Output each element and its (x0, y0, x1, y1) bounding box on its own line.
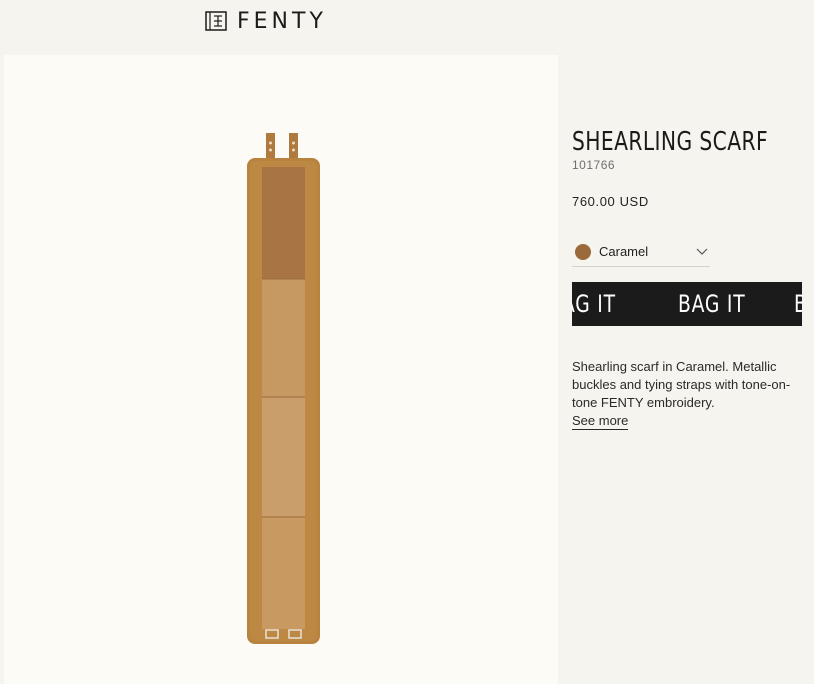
color-dropdown[interactable]: Caramel (572, 237, 710, 267)
bag-it-text: BAG IT (678, 290, 746, 318)
bag-it-marquee: AG IT BAG IT BAG IT (572, 282, 802, 326)
brand-logo[interactable]: FENTY (205, 8, 327, 34)
shearling-scarf-image (247, 133, 320, 644)
bag-it-text: BAG IT (794, 290, 802, 318)
product-title: SHEARLING SCARF (572, 127, 769, 157)
see-more-link[interactable]: See more (572, 413, 629, 430)
product-image-panel (4, 55, 558, 684)
product-description: Shearling scarf in Caramel. Metallic buc… (572, 359, 791, 410)
site-header: FENTY (0, 0, 814, 42)
product-price: 760.00 USD (572, 194, 649, 209)
fenty-monogram-icon (205, 11, 227, 31)
brand-wordmark: FENTY (237, 8, 327, 34)
selected-color-label: Caramel (599, 244, 649, 259)
bag-it-button[interactable]: AG IT BAG IT BAG IT (572, 282, 802, 326)
product-info: SHEARLING SCARF 101766 760.00 USD Carame… (572, 126, 812, 430)
color-swatch-caramel (575, 243, 591, 260)
product-sku: 101766 (572, 158, 616, 172)
chevron-down-icon (696, 248, 708, 255)
bag-it-text: AG IT (572, 290, 616, 318)
